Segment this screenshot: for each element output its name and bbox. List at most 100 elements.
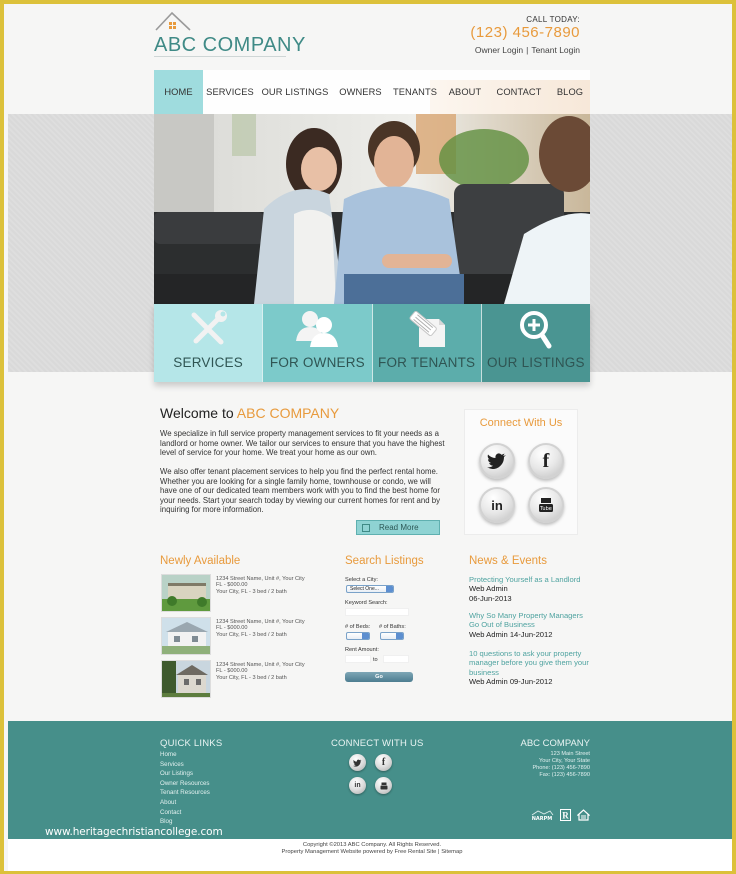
quick-link-home[interactable]: Home — [160, 750, 210, 760]
address-fax: Fax: (123) 456-7890 — [539, 772, 590, 778]
tenant-login-link[interactable]: Tenant Login — [531, 45, 580, 55]
powered-by-link[interactable]: Property Management Website powered by F… — [282, 849, 437, 855]
bottom-separator: | — [438, 849, 440, 855]
city-label: Select a City: — [345, 577, 378, 583]
news-title-link[interactable]: 10 questions to ask your property manage… — [469, 649, 589, 677]
news-item: Why So Many Property Managers Go Out of … — [469, 611, 589, 639]
phone-number[interactable]: (123) 456-7890 — [470, 24, 580, 41]
address-street: 123 Main Street — [550, 751, 591, 757]
listing-photo — [161, 660, 211, 698]
nav-our-listings[interactable]: OUR LISTINGS — [257, 70, 333, 114]
quick-link-contact[interactable]: Contact — [160, 808, 210, 818]
sitemap-link[interactable]: Sitemap — [441, 849, 462, 855]
news-events-title: News & Events — [469, 555, 547, 567]
footer-youtube-button[interactable] — [375, 777, 392, 794]
listing-details: Your City, FL - 3 bed / 2 bath — [216, 674, 287, 681]
page-frame: ABC COMPANY CALL TODAY: (123) 456-7890 O… — [0, 0, 736, 874]
copyright-line: Copyright ©2013 ABC Company. All Rights … — [302, 842, 442, 848]
tile-our-listings[interactable]: OUR LISTINGS — [480, 304, 590, 382]
watermark-text: www.heritagechristiancollege.com — [45, 826, 223, 838]
footer-facebook-button[interactable]: f — [375, 754, 392, 771]
quick-link-owner-resources[interactable]: Owner Resources — [160, 779, 210, 789]
address-city: Your City, Your State — [539, 758, 590, 764]
linkedin-button[interactable]: in — [479, 487, 515, 523]
city-select[interactable]: Select One... — [346, 585, 394, 593]
news-date: 14-Jun-2012 — [509, 629, 553, 639]
logo-underline — [154, 56, 286, 57]
nav-about[interactable]: ABOUT — [442, 70, 488, 114]
square-icon — [362, 523, 370, 532]
quick-link-our-listings[interactable]: Our Listings — [160, 769, 210, 779]
quick-link-services[interactable]: Services — [160, 760, 210, 770]
feature-tiles: SERVICES FOR OWNERS FOR TENANTS OUR LIST… — [154, 304, 590, 382]
nav-owners[interactable]: OWNERS — [333, 70, 388, 114]
beds-select[interactable] — [346, 632, 370, 640]
house-photo-icon — [162, 661, 210, 697]
go-button[interactable]: Go — [345, 672, 413, 682]
listing-item[interactable]: 1234 Street Name, Unit #, Your City FL -… — [161, 617, 341, 655]
hero-image — [154, 114, 590, 304]
linkedin-icon: in — [354, 782, 361, 789]
footer-twitter-button[interactable] — [349, 754, 366, 771]
realtor-logo-icon: R — [560, 809, 571, 821]
welcome-prefix: Welcome to — [160, 405, 234, 421]
listing-info: 1234 Street Name, Unit #, Your City FL -… — [216, 576, 305, 595]
tile-for-owners[interactable]: FOR OWNERS — [262, 304, 372, 382]
linkedin-icon: in — [491, 497, 503, 513]
address-phone: Phone: (123) 456-7890 — [532, 765, 590, 771]
connect-title: Connect With Us — [479, 417, 563, 429]
news-title-link[interactable]: Protecting Yourself as a Landlord — [469, 575, 580, 584]
twitter-icon — [487, 453, 506, 469]
keyword-input[interactable] — [345, 608, 409, 616]
welcome-heading: Welcome to ABC COMPANY — [160, 405, 339, 421]
news-item: Protecting Yourself as a Landlord Web Ad… — [469, 575, 589, 603]
news-author: Web Admin — [469, 584, 508, 594]
call-today-label: CALL TODAY: — [526, 15, 580, 24]
footer-linkedin-button[interactable]: in — [349, 777, 366, 794]
nav-blog[interactable]: BLOG — [550, 70, 590, 114]
quick-link-tenant-resources[interactable]: Tenant Resources — [160, 788, 210, 798]
baths-select[interactable] — [380, 632, 404, 640]
listing-info: 1234 Street Name, Unit #, Your City FL -… — [216, 662, 305, 681]
hero-photo-couple-with-agent — [154, 114, 590, 304]
tile-for-tenants-label: FOR TENANTS — [378, 355, 476, 370]
copyright-text: Copyright ©2013 ABC Company. All Rights … — [8, 842, 732, 856]
news-author: Web Admin — [469, 677, 508, 687]
tile-services[interactable]: SERVICES — [154, 304, 263, 382]
news-item: 10 questions to ask your property manage… — [469, 649, 589, 687]
nav-tenants[interactable]: TENANTS — [388, 70, 442, 114]
tile-for-tenants[interactable]: FOR TENANTS — [371, 304, 481, 382]
main-nav: HOME SERVICES OUR LISTINGS OWNERS TENANT… — [154, 70, 590, 114]
tile-our-listings-label: OUR LISTINGS — [487, 355, 585, 370]
news-date: 06-Jun-2013 — [469, 593, 512, 603]
owner-login-link[interactable]: Owner Login — [475, 45, 523, 55]
company-logo[interactable]: ABC COMPANY — [154, 10, 305, 57]
svg-text:R: R — [562, 811, 569, 821]
youtube-button[interactable]: Tube — [528, 487, 564, 523]
site-footer: QUICK LINKS Home Services Our Listings O… — [8, 721, 732, 839]
rent-label: Rent Amount: — [345, 647, 379, 653]
listing-item[interactable]: 1234 Street Name, Unit #, Your City FL -… — [161, 660, 341, 698]
read-more-button[interactable]: Read More — [356, 520, 440, 535]
listing-item[interactable]: 1234 Street Name, Unit #, Your City FL -… — [161, 574, 341, 612]
facebook-icon: f — [542, 449, 550, 472]
twitter-button[interactable] — [479, 443, 515, 479]
login-separator: | — [526, 45, 529, 55]
rent-max-input[interactable] — [383, 655, 409, 663]
nav-services[interactable]: SERVICES — [203, 70, 257, 114]
svg-text:Tube: Tube — [539, 506, 552, 512]
news-title-link[interactable]: Why So Many Property Managers Go Out of … — [469, 611, 583, 629]
quick-link-about[interactable]: About — [160, 798, 210, 808]
footer-badges: NARPM R — [530, 809, 590, 821]
youtube-icon — [380, 782, 387, 789]
footer-company-title: ABC COMPANY — [520, 738, 590, 749]
nav-home[interactable]: HOME — [154, 70, 203, 114]
nav-contact[interactable]: CONTACT — [488, 70, 550, 114]
equal-housing-icon — [577, 809, 590, 821]
rent-min-input[interactable] — [345, 655, 371, 663]
magnify-plus-icon — [519, 311, 552, 349]
facebook-button[interactable]: f — [528, 443, 564, 479]
tile-for-owners-label: FOR OWNERS — [269, 355, 365, 370]
house-roof-icon — [155, 11, 191, 31]
youtube-icon: Tube — [539, 498, 553, 512]
